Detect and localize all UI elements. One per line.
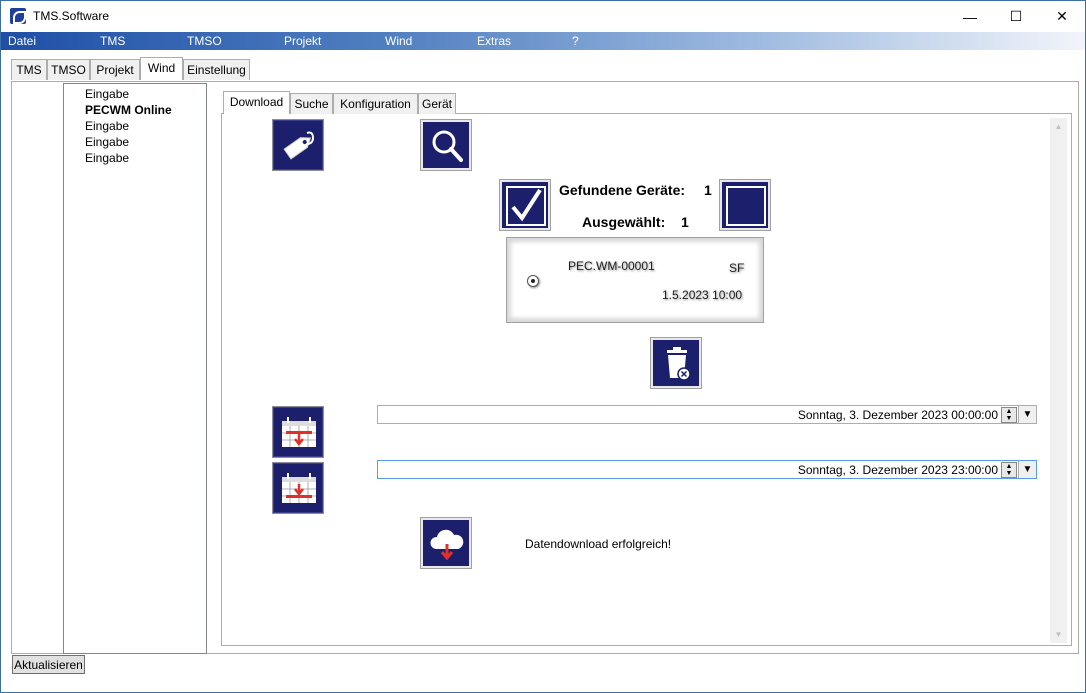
delete-icon [667, 347, 691, 381]
found-devices-count: 1 [704, 182, 712, 198]
menu-tms[interactable]: TMS [100, 34, 125, 48]
uncheck-all-icon [726, 186, 766, 226]
tab-einstellung[interactable]: Einstellung [183, 59, 250, 80]
calendar-start-icon [282, 417, 316, 447]
download-status: Datendownload erfolgreich! [525, 537, 672, 551]
scroll-up-icon[interactable]: ▲ [1050, 118, 1067, 135]
device-date: 1.5.2023 10:00 [662, 288, 743, 302]
menu-datei[interactable]: Datei [8, 34, 36, 48]
menu-projekt[interactable]: Projekt [284, 34, 321, 48]
end-date-dropdown-icon[interactable]: ▼ [1018, 461, 1036, 478]
deselect-all-button[interactable] [719, 179, 771, 231]
tab-konfiguration[interactable]: Konfiguration [333, 93, 418, 114]
device-list [506, 237, 764, 323]
start-date-spin-icon[interactable]: ▲ ▼ [1001, 407, 1017, 423]
navigation-tree: Eingabe PECWM Online Eingabe Eingabe Ein… [63, 83, 207, 654]
tree-item[interactable]: Eingabe [85, 119, 129, 133]
device-radio[interactable] [527, 275, 539, 287]
vertical-scrollbar[interactable]: ▲ ▼ [1050, 118, 1067, 643]
found-devices-label: Gefundene Geräte: [559, 182, 686, 198]
window-title: TMS.Software [33, 9, 110, 23]
selected-count: 1 [681, 214, 689, 230]
device-code: SF [729, 261, 745, 275]
menu-extras[interactable]: Extras [477, 34, 511, 48]
menu-bar: Datei TMS TMSO Projekt Wind Extras ? [1, 32, 1085, 50]
end-date-value: Sonntag, 3. Dezember 2023 23:00:00 [797, 463, 998, 477]
tag-icon [283, 131, 315, 160]
tab-tmso[interactable]: TMSO [47, 59, 90, 80]
app-window: TMS.Software — ☐ ✕ Datei TMS TMSO Projek… [0, 0, 1086, 693]
menu-tmso[interactable]: TMSO [187, 34, 222, 48]
cloud-download-icon [430, 529, 464, 561]
select-all-button[interactable] [499, 179, 551, 231]
start-date-picker[interactable]: Sonntag, 3. Dezember 2023 00:00:00 ▲ ▼ ▼ [377, 405, 1037, 424]
tree-item[interactable]: Eingabe [85, 135, 129, 149]
search-button[interactable] [420, 119, 472, 171]
minimize-button[interactable]: — [947, 1, 993, 32]
tab-geraet[interactable]: Gerät [418, 93, 456, 114]
start-date-dropdown-icon[interactable]: ▼ [1018, 406, 1036, 423]
calendar-end-icon [282, 473, 316, 503]
selected-label: Ausgewählt: [582, 214, 666, 230]
check-all-icon [506, 186, 546, 226]
close-button[interactable]: ✕ [1039, 1, 1085, 32]
search-icon [432, 130, 463, 162]
start-date-button[interactable] [272, 406, 324, 458]
delete-button[interactable] [650, 337, 702, 389]
menu-help[interactable]: ? [572, 34, 579, 48]
menu-wind[interactable]: Wind [385, 34, 412, 48]
start-date-value: Sonntag, 3. Dezember 2023 00:00:00 [797, 408, 998, 422]
tree-item-selected[interactable]: PECWM Online [85, 103, 172, 117]
title-bar: TMS.Software — ☐ ✕ [1, 1, 1085, 32]
download-button[interactable] [420, 517, 472, 569]
app-logo-icon [10, 8, 26, 24]
tree-item[interactable]: Eingabe [85, 151, 129, 165]
tag-button[interactable] [272, 119, 324, 171]
tree-item[interactable]: Eingabe [85, 87, 129, 101]
tab-suche[interactable]: Suche [290, 93, 333, 114]
end-date-spin-icon[interactable]: ▲ ▼ [1001, 462, 1017, 478]
tab-tms[interactable]: TMS [11, 59, 47, 80]
refresh-button[interactable]: Aktualisieren [12, 655, 85, 674]
scroll-down-icon[interactable]: ▼ [1050, 626, 1067, 643]
tab-wind[interactable]: Wind [140, 57, 183, 80]
device-id: PEC.WM-00001 [568, 259, 655, 273]
end-date-picker[interactable]: Sonntag, 3. Dezember 2023 23:00:00 ▲ ▼ ▼ [377, 460, 1037, 479]
maximize-button[interactable]: ☐ [993, 1, 1039, 32]
tab-projekt[interactable]: Projekt [90, 59, 140, 80]
end-date-button[interactable] [272, 462, 324, 514]
tab-download[interactable]: Download [223, 91, 290, 114]
